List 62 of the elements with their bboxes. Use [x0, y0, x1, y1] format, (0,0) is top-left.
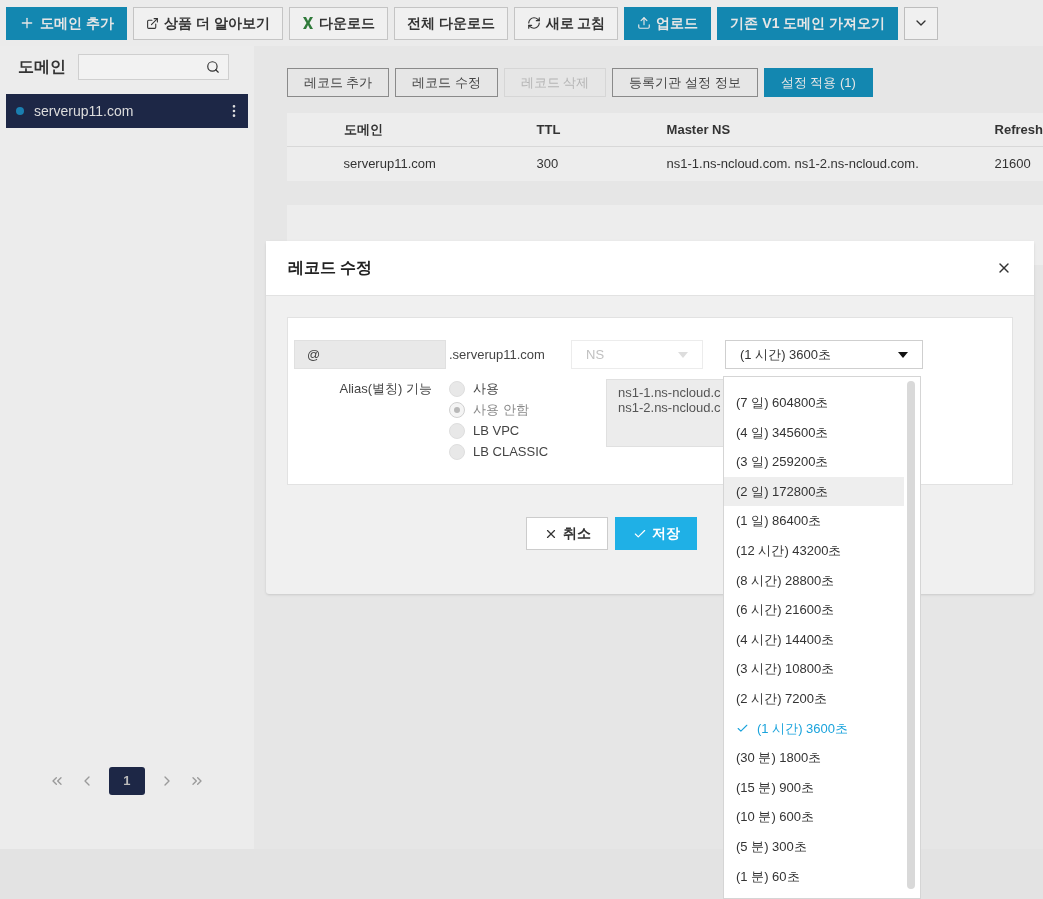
- dropdown-option[interactable]: (1 분) 60초: [724, 861, 904, 892]
- dropdown-option[interactable]: (10 분) 600초: [724, 802, 904, 832]
- record-action-button[interactable]: 등록기관 설정 정보: [612, 68, 758, 97]
- host-field[interactable]: @: [294, 340, 446, 369]
- record-action-button[interactable]: 레코드 추가: [286, 68, 390, 97]
- alias-label: Alias(별칭) 기능: [338, 380, 432, 398]
- dropdown-option[interactable]: (12 시간) 43200초: [724, 535, 904, 566]
- column-header: TTL: [536, 120, 562, 139]
- toolbar-button[interactable]: 새로 고침: [513, 6, 619, 40]
- radio-label: 사용 안함: [473, 400, 529, 419]
- radio-label: LB CLASSIC: [473, 442, 549, 461]
- table-cell-text: 21600: [994, 155, 1031, 174]
- domain-suffix: .serverup11.com: [449, 345, 546, 364]
- radio-button[interactable]: [449, 380, 465, 397]
- record-value-line: ns1-1.ns-ncloud.c: [618, 385, 721, 400]
- dropdown-option[interactable]: (7 일) 604800초: [724, 388, 904, 418]
- domain-name: serverup11.com: [34, 101, 135, 121]
- toolbar-button[interactable]: 상품 더 알아보기: [132, 6, 283, 40]
- dropdown-option[interactable]: (8 시간) 28800초: [724, 565, 904, 596]
- ttl-select[interactable]: (1 시간) 3600초: [725, 340, 923, 369]
- upload-icon: [637, 16, 652, 30]
- dropdown-option[interactable]: (30 분) 1800초: [724, 743, 904, 773]
- dropdown-option[interactable]: (4 시간) 14400초: [724, 624, 904, 655]
- plus-icon: [19, 15, 35, 31]
- dropdown-option[interactable]: (3 시간) 10800초: [724, 654, 904, 684]
- radio-label: LB VPC: [473, 421, 520, 440]
- table-cell-text: ns1-1.ns-ncloud.com. ns1-2.ns-ncloud.com.: [666, 155, 920, 174]
- caret-icon: [898, 351, 908, 358]
- radio-button[interactable]: [449, 401, 465, 418]
- radio-button[interactable]: [449, 443, 465, 460]
- table-cell-text: 300: [536, 155, 560, 174]
- domain-item[interactable]: serverup11.com: [6, 94, 248, 128]
- page-number[interactable]: 1: [108, 767, 145, 795]
- column-header: 도메인: [342, 120, 384, 139]
- more-button[interactable]: [904, 6, 939, 40]
- dropdown-option[interactable]: (15 분) 900초: [724, 772, 904, 803]
- dropdown-option[interactable]: (2 일) 172800초: [724, 476, 904, 507]
- dropdown-option[interactable]: (3 일) 259200초: [724, 447, 904, 477]
- toolbar-button[interactable]: 다운로드: [288, 6, 388, 40]
- search-field[interactable]: [78, 54, 229, 80]
- excel-icon: [301, 16, 314, 30]
- dropdown-option[interactable]: (2 시간) 7200초: [724, 683, 904, 714]
- refresh-icon: [526, 16, 541, 30]
- column-header: Master NS: [666, 120, 732, 139]
- table-cell-text: serverup11.com: [342, 155, 437, 174]
- dropdown-option[interactable]: (5 분) 300초: [724, 831, 904, 862]
- record-action-button[interactable]: 레코드 수정: [395, 68, 498, 97]
- search-icon: [206, 60, 220, 74]
- dropdown-option[interactable]: (1 일) 86400초: [724, 506, 904, 536]
- toolbar-button[interactable]: 전체 다운로드: [393, 6, 508, 40]
- record-value-line: ns1-2.ns-ncloud.c: [618, 400, 721, 415]
- scrollbar[interactable]: [907, 381, 915, 889]
- dropdown-option[interactable]: (4 일) 345600초: [724, 417, 904, 448]
- cancel-button[interactable]: 취소: [526, 517, 608, 550]
- radio-button[interactable]: [449, 422, 465, 439]
- dialog-title: 레코드 수정: [288, 258, 373, 278]
- external-link-icon: [145, 16, 159, 30]
- sidebar-title: 도메인: [18, 57, 66, 77]
- caret-icon: [678, 351, 688, 358]
- radio-label: 사용: [473, 379, 499, 398]
- dropdown-option[interactable]: (6 시간) 21600초: [724, 595, 904, 625]
- column-header: Refresh: [994, 120, 1043, 139]
